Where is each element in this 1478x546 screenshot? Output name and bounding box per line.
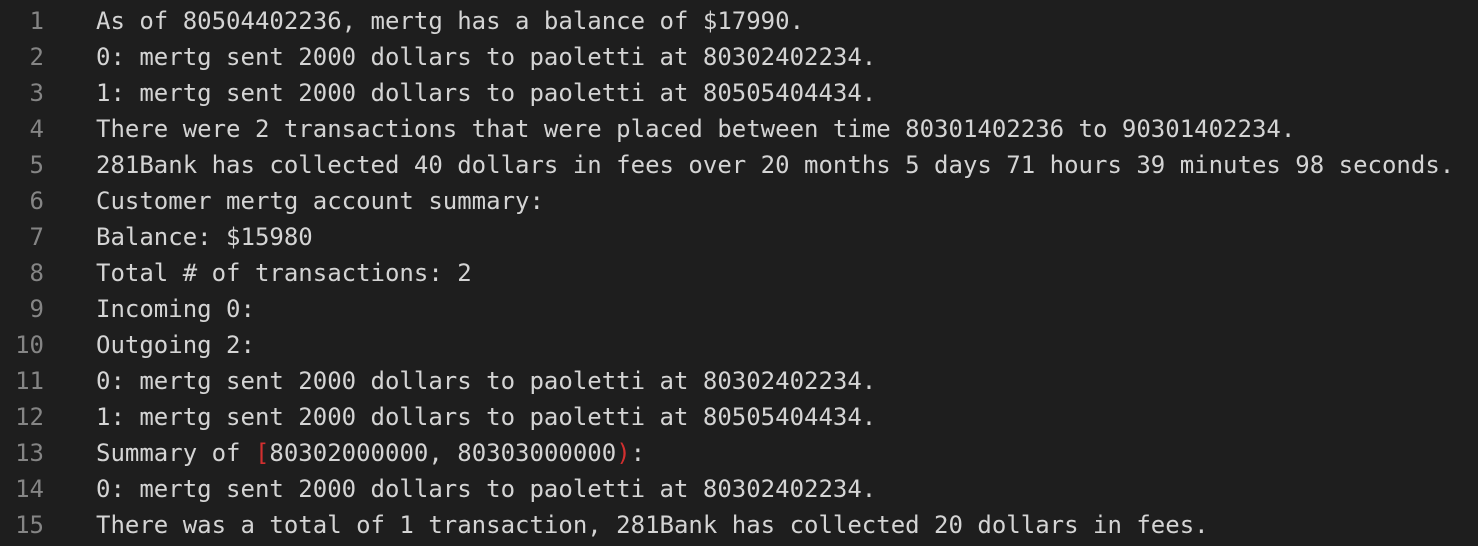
code-line: 15 There was a total of 1 transaction, 2… — [0, 507, 1478, 543]
line-number: 10 — [15, 331, 44, 359]
line-text[interactable]: 1: mertg sent 2000 dollars to paoletti a… — [96, 399, 876, 435]
line-text[interactable]: Total # of transactions: 2 — [96, 255, 472, 291]
range-text: 80302000000, 80303000000 — [269, 439, 617, 467]
line-text[interactable]: 281Bank has collected 40 dollars in fees… — [96, 147, 1454, 183]
line-number: 9 — [29, 295, 44, 323]
code-line: 7 Balance: $15980 — [0, 219, 1478, 255]
line-text[interactable]: 0: mertg sent 2000 dollars to paoletti a… — [96, 363, 876, 399]
line-text[interactable]: 0: mertg sent 2000 dollars to paoletti a… — [96, 471, 876, 507]
close-bracket-highlight: ) — [616, 439, 631, 467]
line-number: 2 — [29, 43, 44, 71]
line-text[interactable]: 0: mertg sent 2000 dollars to paoletti a… — [96, 39, 876, 75]
code-editor[interactable]: 1 As of 80504402236, mertg has a balance… — [0, 3, 1478, 543]
code-line: 3 1: mertg sent 2000 dollars to paoletti… — [0, 75, 1478, 111]
line-text[interactable]: Outgoing 2: — [96, 327, 255, 363]
line-number: 13 — [15, 439, 44, 467]
code-line: 13 Summary of [80302000000, 80303000000)… — [0, 435, 1478, 471]
line-number: 1 — [29, 7, 44, 35]
code-line: 10 Outgoing 2: — [0, 327, 1478, 363]
code-line: 9 Incoming 0: — [0, 291, 1478, 327]
line-text[interactable]: Balance: $15980 — [96, 219, 313, 255]
line-text[interactable]: Customer mertg account summary: — [96, 183, 544, 219]
line-number: 4 — [29, 115, 44, 143]
line-number: 15 — [15, 511, 44, 539]
line-text[interactable]: As of 80504402236, mertg has a balance o… — [96, 3, 804, 39]
code-line: 2 0: mertg sent 2000 dollars to paoletti… — [0, 39, 1478, 75]
line-text[interactable]: Summary of [80302000000, 80303000000): — [96, 435, 645, 471]
code-line: 1 As of 80504402236, mertg has a balance… — [0, 3, 1478, 39]
line-text[interactable]: 1: mertg sent 2000 dollars to paoletti a… — [96, 75, 876, 111]
open-bracket-highlight: [ — [254, 439, 270, 467]
line-number: 8 — [29, 259, 44, 287]
line-number: 6 — [29, 187, 44, 215]
line-text-suffix: : — [630, 439, 646, 467]
line-number: 5 — [29, 151, 44, 179]
line-number: 11 — [15, 367, 44, 395]
line-number: 14 — [15, 475, 44, 503]
code-line: 5 281Bank has collected 40 dollars in fe… — [0, 147, 1478, 183]
line-text-prefix: Summary of — [96, 439, 255, 467]
line-number: 12 — [15, 403, 44, 431]
code-line: 12 1: mertg sent 2000 dollars to paolett… — [0, 399, 1478, 435]
code-line: 11 0: mertg sent 2000 dollars to paolett… — [0, 363, 1478, 399]
code-line: 14 0: mertg sent 2000 dollars to paolett… — [0, 471, 1478, 507]
code-line: 8 Total # of transactions: 2 — [0, 255, 1478, 291]
line-text[interactable]: There was a total of 1 transaction, 281B… — [96, 507, 1209, 543]
line-number: 7 — [29, 223, 44, 251]
line-text[interactable]: There were 2 transactions that were plac… — [96, 111, 1295, 147]
line-text[interactable]: Incoming 0: — [96, 291, 255, 327]
code-line: 6 Customer mertg account summary: — [0, 183, 1478, 219]
code-line: 4 There were 2 transactions that were pl… — [0, 111, 1478, 147]
line-number: 3 — [29, 79, 44, 107]
